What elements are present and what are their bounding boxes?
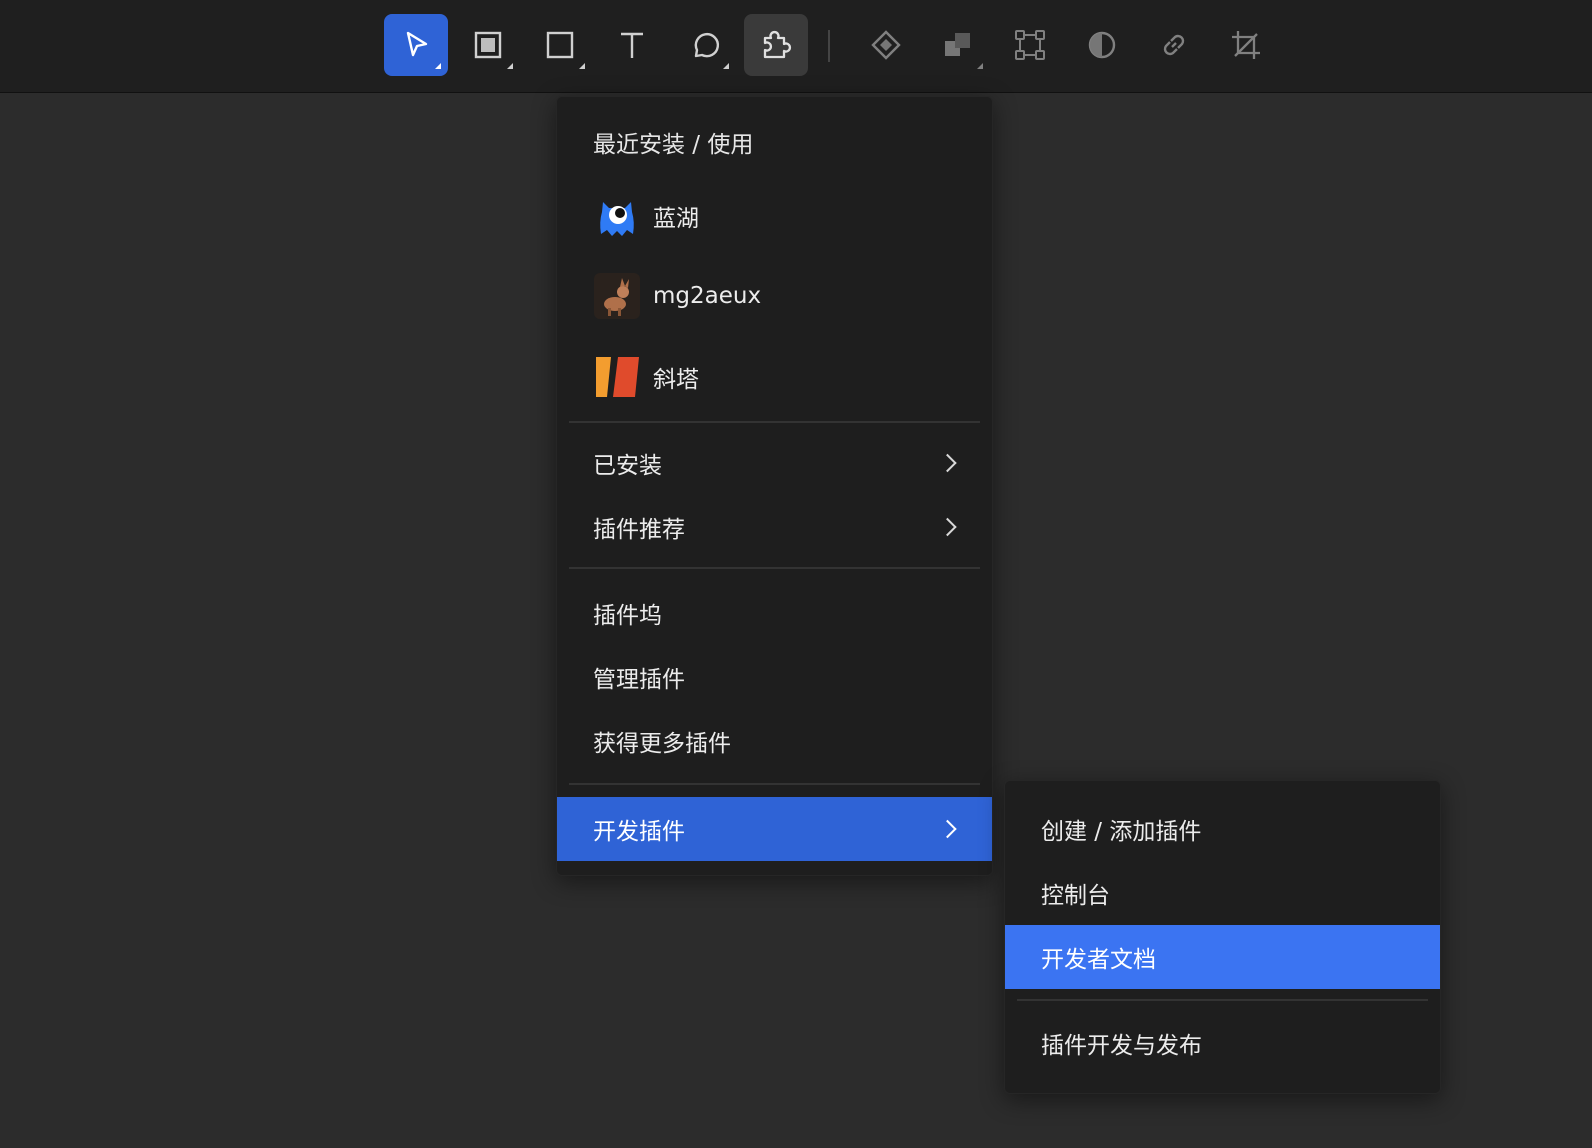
recent-item-label: mg2aeux xyxy=(653,283,762,309)
recent-item-lanhu[interactable]: 蓝湖 xyxy=(557,177,992,255)
console-menu-item[interactable]: 控制台 xyxy=(1005,861,1440,925)
boolean-union-icon xyxy=(945,33,970,56)
recent-header: 最近安装 / 使用 xyxy=(593,132,754,158)
mg2aeux-dog-icon xyxy=(593,272,641,320)
chevron-right-icon xyxy=(938,819,957,839)
get-more-plugins-label: 获得更多插件 xyxy=(593,731,731,757)
rectangle-icon xyxy=(546,31,574,59)
console-label: 控制台 xyxy=(1041,883,1110,909)
move-tool-button[interactable] xyxy=(384,14,448,76)
dropdown-corner-icon xyxy=(435,63,441,69)
developer-docs-menu-item[interactable]: 开发者文档 xyxy=(1005,925,1440,989)
text-tool-button[interactable] xyxy=(600,14,664,76)
lanhu-monster-icon xyxy=(593,192,641,240)
manage-plugins-label: 管理插件 xyxy=(593,667,685,693)
frame-icon xyxy=(474,31,502,59)
link-chain-icon xyxy=(1163,34,1185,56)
crop-tool-button[interactable] xyxy=(1214,14,1278,76)
rectangle-tool-button[interactable] xyxy=(528,14,592,76)
plugin-dock-menu-item[interactable]: 插件坞 xyxy=(557,581,992,645)
developer-docs-label: 开发者文档 xyxy=(1041,947,1156,973)
dropdown-corner-icon xyxy=(507,63,513,69)
installed-label: 已安装 xyxy=(593,453,662,479)
plugin-publish-menu-item[interactable]: 插件开发与发布 xyxy=(1005,1011,1440,1075)
create-plugin-label: 创建 / 添加插件 xyxy=(1041,819,1202,845)
develop-plugin-menu-item[interactable]: 开发插件 xyxy=(557,797,992,861)
comment-bubble-icon xyxy=(694,32,720,58)
puzzle-piece-icon xyxy=(763,30,792,59)
chevron-right-icon xyxy=(938,517,957,537)
create-plugin-menu-item[interactable]: 创建 / 添加插件 xyxy=(1005,797,1440,861)
manage-plugins-menu-item[interactable]: 管理插件 xyxy=(557,645,992,709)
mask-contrast-icon xyxy=(1088,31,1116,59)
menu-separator xyxy=(569,567,980,569)
recommended-label: 插件推荐 xyxy=(593,517,685,543)
boolean-tool-button[interactable] xyxy=(926,14,990,76)
recommended-menu-item[interactable]: 插件推荐 xyxy=(557,495,992,559)
vector-edit-button[interactable] xyxy=(998,14,1062,76)
link-tool-button[interactable] xyxy=(1142,14,1206,76)
recent-item-mg2aeux[interactable]: mg2aeux xyxy=(557,255,992,337)
component-diamond-icon xyxy=(871,30,901,60)
toolbar-divider xyxy=(828,30,830,62)
menu-separator xyxy=(1017,999,1428,1001)
plugin-publish-label: 插件开发与发布 xyxy=(1041,1033,1202,1059)
develop-plugin-label: 开发插件 xyxy=(593,819,685,845)
frame-tool-button[interactable] xyxy=(456,14,520,76)
dropdown-corner-icon xyxy=(723,63,729,69)
recent-item-xieta[interactable]: 斜塔 xyxy=(557,337,992,417)
dropdown-corner-icon xyxy=(977,63,983,69)
xieta-bars-icon xyxy=(593,353,641,401)
crop-icon xyxy=(1232,31,1260,59)
develop-plugin-submenu: 创建 / 添加插件 控制台 开发者文档 插件开发与发布 xyxy=(1004,780,1441,1094)
installed-menu-item[interactable]: 已安装 xyxy=(557,431,992,495)
recent-item-label: 斜塔 xyxy=(653,367,699,393)
plugin-menu: 最近安装 / 使用 蓝湖 mg2aeux 斜塔 已安装 插件推荐 插件坞 管理插… xyxy=(556,96,993,876)
vector-nodes-icon xyxy=(1015,30,1045,60)
plugin-tool-button[interactable] xyxy=(744,14,808,76)
text-icon xyxy=(621,32,643,58)
mask-tool-button[interactable] xyxy=(1070,14,1134,76)
plugin-dock-label: 插件坞 xyxy=(593,603,662,629)
comment-tool-button[interactable] xyxy=(672,14,736,76)
menu-separator xyxy=(569,783,980,785)
menu-separator xyxy=(569,421,980,423)
cursor-arrow-icon xyxy=(406,31,428,57)
top-toolbar xyxy=(0,0,1592,93)
get-more-plugins-menu-item[interactable]: 获得更多插件 xyxy=(557,709,992,773)
chevron-right-icon xyxy=(938,453,957,473)
recent-item-label: 蓝湖 xyxy=(653,206,699,232)
dropdown-corner-icon xyxy=(579,63,585,69)
component-tool-button[interactable] xyxy=(854,14,918,76)
